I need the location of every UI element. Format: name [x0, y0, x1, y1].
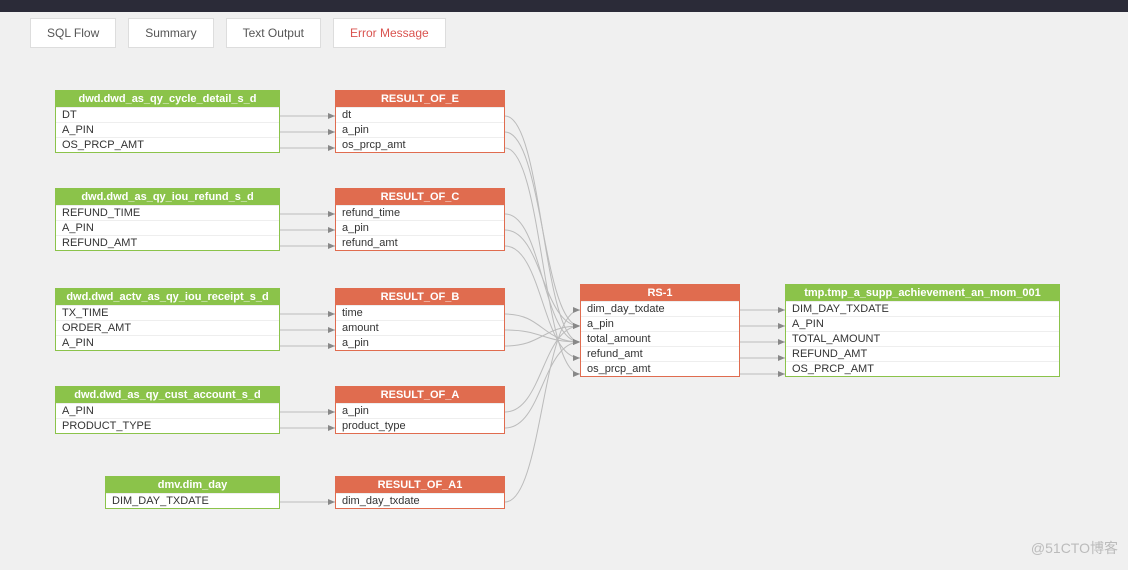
node-header: RESULT_OF_A [336, 387, 504, 403]
column-row[interactable]: refund_amt [336, 235, 504, 250]
column-row[interactable]: total_amount [581, 331, 739, 346]
column-row[interactable]: A_PIN [786, 316, 1059, 331]
column-row[interactable]: dt [336, 107, 504, 122]
node-header: dwd.dwd_as_qy_iou_refund_s_d [56, 189, 279, 205]
column-row[interactable]: OS_PRCP_AMT [56, 137, 279, 152]
column-row[interactable]: time [336, 305, 504, 320]
tab-text-output[interactable]: Text Output [226, 18, 321, 48]
column-row[interactable]: A_PIN [56, 122, 279, 137]
column-row[interactable]: a_pin [336, 403, 504, 418]
column-row[interactable]: dim_day_txdate [336, 493, 504, 508]
column-row[interactable]: refund_amt [581, 346, 739, 361]
column-row[interactable]: REFUND_AMT [786, 346, 1059, 361]
column-row[interactable]: PRODUCT_TYPE [56, 418, 279, 433]
column-row[interactable]: a_pin [336, 220, 504, 235]
column-row[interactable]: a_pin [336, 335, 504, 350]
node-header: RESULT_OF_A1 [336, 477, 504, 493]
column-row[interactable]: REFUND_TIME [56, 205, 279, 220]
column-row[interactable]: OS_PRCP_AMT [786, 361, 1059, 376]
node-out[interactable]: tmp.tmp_a_supp_achievement_an_mom_001DIM… [785, 284, 1060, 377]
node-header: tmp.tmp_a_supp_achievement_an_mom_001 [786, 285, 1059, 301]
column-row[interactable]: DT [56, 107, 279, 122]
column-row[interactable]: os_prcp_amt [336, 137, 504, 152]
tab-summary[interactable]: Summary [128, 18, 213, 48]
tab-bar: SQL Flow Summary Text Output Error Messa… [0, 12, 1128, 52]
column-row[interactable]: TOTAL_AMOUNT [786, 331, 1059, 346]
column-row[interactable]: a_pin [336, 122, 504, 137]
node-resA1[interactable]: RESULT_OF_A1dim_day_txdate [335, 476, 505, 509]
column-row[interactable]: A_PIN [56, 335, 279, 350]
watermark: @51CTO博客 [1031, 538, 1118, 558]
node-header: dwd.dwd_as_qy_cust_account_s_d [56, 387, 279, 403]
node-src3[interactable]: dwd.dwd_actv_as_qy_iou_receipt_s_dTX_TIM… [55, 288, 280, 351]
column-row[interactable]: os_prcp_amt [581, 361, 739, 376]
top-bar [0, 0, 1128, 12]
node-src5[interactable]: dmv.dim_dayDIM_DAY_TXDATE [105, 476, 280, 509]
node-resC[interactable]: RESULT_OF_Crefund_timea_pinrefund_amt [335, 188, 505, 251]
node-header: dmv.dim_day [106, 477, 279, 493]
node-rs1[interactable]: RS-1dim_day_txdatea_pintotal_amountrefun… [580, 284, 740, 377]
column-row[interactable]: A_PIN [56, 220, 279, 235]
column-row[interactable]: ORDER_AMT [56, 320, 279, 335]
tab-sql-flow[interactable]: SQL Flow [30, 18, 116, 48]
node-resB[interactable]: RESULT_OF_Btimeamounta_pin [335, 288, 505, 351]
column-row[interactable]: amount [336, 320, 504, 335]
column-row[interactable]: A_PIN [56, 403, 279, 418]
tab-error-message[interactable]: Error Message [333, 18, 446, 48]
node-src4[interactable]: dwd.dwd_as_qy_cust_account_s_dA_PINPRODU… [55, 386, 280, 434]
column-row[interactable]: DIM_DAY_TXDATE [106, 493, 279, 508]
node-header: RESULT_OF_B [336, 289, 504, 305]
column-row[interactable]: REFUND_AMT [56, 235, 279, 250]
node-src2[interactable]: dwd.dwd_as_qy_iou_refund_s_dREFUND_TIMEA… [55, 188, 280, 251]
column-row[interactable]: TX_TIME [56, 305, 279, 320]
column-row[interactable]: DIM_DAY_TXDATE [786, 301, 1059, 316]
column-row[interactable]: refund_time [336, 205, 504, 220]
column-row[interactable]: dim_day_txdate [581, 301, 739, 316]
node-header: RESULT_OF_C [336, 189, 504, 205]
node-resA[interactable]: RESULT_OF_Aa_pinproduct_type [335, 386, 505, 434]
diagram-canvas[interactable]: dwd.dwd_as_qy_cycle_detail_s_dDTA_PINOS_… [0, 52, 1128, 570]
node-header: dwd.dwd_as_qy_cycle_detail_s_d [56, 91, 279, 107]
node-resE[interactable]: RESULT_OF_Edta_pinos_prcp_amt [335, 90, 505, 153]
node-header: RESULT_OF_E [336, 91, 504, 107]
column-row[interactable]: a_pin [581, 316, 739, 331]
node-header: dwd.dwd_actv_as_qy_iou_receipt_s_d [56, 289, 279, 305]
column-row[interactable]: product_type [336, 418, 504, 433]
node-src1[interactable]: dwd.dwd_as_qy_cycle_detail_s_dDTA_PINOS_… [55, 90, 280, 153]
node-header: RS-1 [581, 285, 739, 301]
